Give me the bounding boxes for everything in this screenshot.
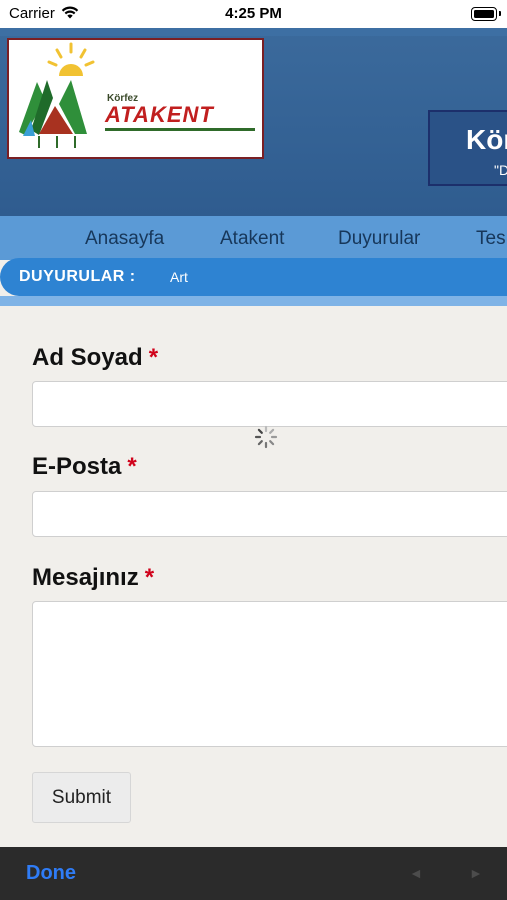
required-mark: * bbox=[144, 564, 155, 591]
email-field[interactable] bbox=[32, 491, 507, 537]
name-label: Ad Soyad * bbox=[32, 344, 158, 372]
announcement-bar: DUYURULAR : Art bbox=[0, 258, 507, 296]
battery-cap bbox=[499, 11, 501, 16]
divider bbox=[0, 296, 507, 306]
header-card-quote: "D bbox=[494, 162, 507, 178]
battery-icon bbox=[471, 7, 497, 21]
done-button[interactable]: Done bbox=[26, 862, 76, 885]
name-label-text: Ad Soyad bbox=[32, 344, 143, 371]
forward-arrow-icon[interactable]: ► bbox=[469, 865, 483, 881]
logo-emblem-icon bbox=[19, 42, 95, 148]
submit-button[interactable]: Submit bbox=[32, 772, 131, 823]
logo-underline bbox=[105, 128, 255, 131]
status-bar: Carrier 4:25 PM bbox=[0, 0, 507, 28]
main-nav: Anasayfa Atakent Duyurular Tes bbox=[0, 216, 507, 260]
announcement-label: DUYURULAR : bbox=[19, 268, 136, 285]
nav-item-anasayfa[interactable]: Anasayfa bbox=[85, 228, 164, 250]
bottom-toolbar: Done ◄ ► bbox=[0, 847, 507, 900]
logo-title: ATAKENT bbox=[105, 102, 214, 127]
nav-item-duyurular[interactable]: Duyurular bbox=[338, 228, 420, 250]
clock: 4:25 PM bbox=[225, 5, 282, 22]
header-card-title: Kör bbox=[466, 124, 507, 155]
loading-spinner-icon bbox=[254, 425, 278, 449]
message-textarea[interactable] bbox=[32, 601, 507, 747]
email-label: E-Posta * bbox=[32, 453, 137, 481]
site-header: Körfez ATAKENT Kör "D bbox=[0, 28, 507, 216]
announcement-text[interactable]: Art bbox=[170, 269, 188, 285]
nav-item-tes[interactable]: Tes bbox=[476, 228, 506, 250]
required-mark: * bbox=[127, 453, 137, 480]
message-label-text: Mesajınız bbox=[32, 564, 139, 591]
header-title-card: Kör "D bbox=[428, 110, 507, 186]
back-arrow-icon[interactable]: ◄ bbox=[409, 865, 423, 881]
message-label: Mesajınız * bbox=[32, 564, 154, 592]
email-label-text: E-Posta bbox=[32, 453, 122, 480]
nav-item-atakent[interactable]: Atakent bbox=[220, 228, 284, 250]
site-logo[interactable]: Körfez ATAKENT bbox=[7, 38, 264, 159]
required-mark: * bbox=[148, 344, 159, 371]
name-field[interactable] bbox=[32, 381, 507, 427]
